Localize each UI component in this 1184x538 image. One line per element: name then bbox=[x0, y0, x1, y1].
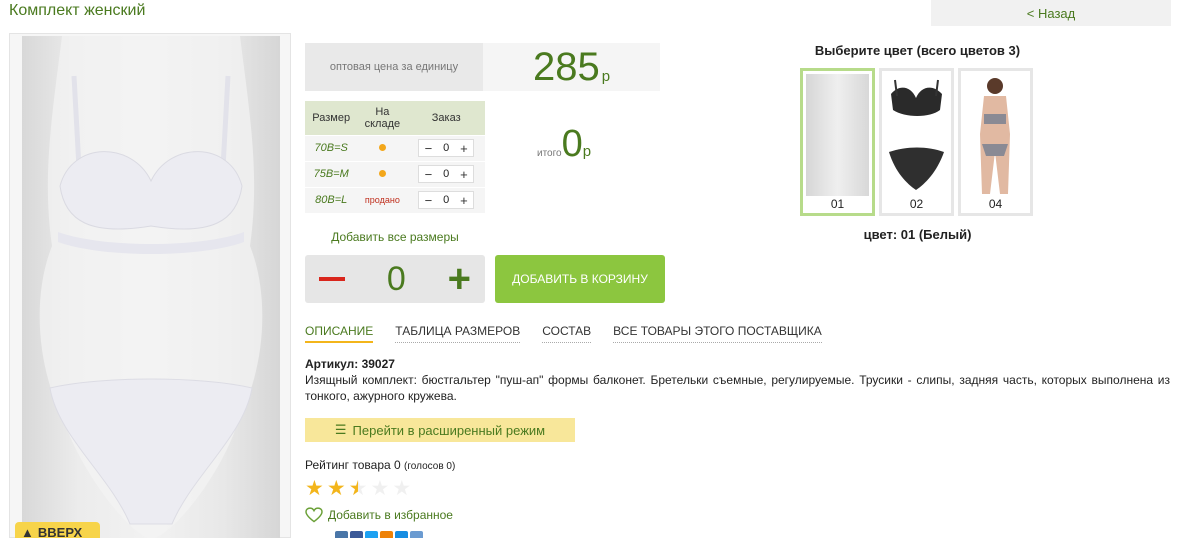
twitter-icon[interactable] bbox=[365, 531, 378, 538]
price-label: оптовая цена за единицу bbox=[305, 43, 483, 91]
page-title: Комплект женский bbox=[9, 2, 146, 19]
color-swatch[interactable]: 01 bbox=[800, 68, 875, 216]
odnoklassniki-icon[interactable] bbox=[380, 531, 393, 538]
star-icon[interactable]: ★ bbox=[327, 478, 346, 500]
color-swatch-label: 01 bbox=[830, 197, 845, 211]
price-currency: р bbox=[601, 67, 611, 85]
in-stock-indicator bbox=[357, 160, 408, 187]
size-table: Размер На складе Заказ 70B=S − 0 + 75B=M… bbox=[305, 101, 485, 213]
order-total: итого 0 р bbox=[537, 125, 591, 163]
order-cell: − 0 + bbox=[407, 160, 485, 187]
black-set-thumbnail bbox=[885, 74, 948, 196]
selected-color-label: цвет: 01 (Белый) bbox=[863, 227, 972, 242]
total-value: 0 bbox=[561, 123, 583, 165]
tab-size-chart[interactable]: ТАБЛИЦА РАЗМЕРОВ bbox=[395, 324, 521, 343]
table-row: 70B=S − 0 + bbox=[305, 134, 485, 161]
rating-votes: (голосов 0) bbox=[404, 461, 456, 472]
vk-icon[interactable] bbox=[335, 531, 348, 538]
star-icon[interactable]: ★ bbox=[392, 478, 411, 500]
favorites-label: Добавить в избранное bbox=[328, 508, 453, 522]
total-label: итого bbox=[537, 148, 562, 159]
minus-icon[interactable]: − bbox=[425, 194, 433, 207]
share-icon[interactable] bbox=[410, 531, 423, 538]
star-icon[interactable]: ★ bbox=[370, 478, 389, 500]
quantity-value[interactable]: 0 bbox=[443, 168, 449, 180]
in-stock-dot-icon bbox=[378, 170, 386, 177]
social-share-bar bbox=[335, 531, 423, 538]
color-swatch-label: 02 bbox=[909, 197, 924, 211]
facebook-icon[interactable] bbox=[350, 531, 363, 538]
product-description: Артикул: 39027 Изящный комплект: бюстгал… bbox=[305, 356, 1170, 404]
color-swatch[interactable]: 04 bbox=[958, 68, 1033, 216]
price-number: 285 bbox=[532, 45, 600, 89]
minus-icon[interactable]: − bbox=[425, 168, 433, 181]
plus-icon[interactable]: + bbox=[448, 259, 471, 299]
plus-icon[interactable]: + bbox=[460, 142, 468, 155]
quantity-stepper: − 0 + bbox=[418, 191, 475, 210]
table-row: 75B=M − 0 + bbox=[305, 160, 485, 187]
size-name: 70B=S bbox=[305, 134, 358, 161]
sold-out-indicator: продано bbox=[357, 186, 408, 213]
add-all-sizes-link[interactable]: Добавить все размеры bbox=[305, 230, 485, 244]
price-value: 285 р bbox=[483, 43, 660, 91]
list-icon: ☰ bbox=[334, 422, 347, 437]
white-set-thumbnail bbox=[806, 74, 869, 196]
quantity-stepper: − 0 + bbox=[418, 139, 475, 157]
size-name: 80B=L bbox=[305, 186, 358, 213]
description-text: Изящный комплект: бюстгальтер "пуш-ап" ф… bbox=[305, 373, 1170, 403]
sold-out-label: продано bbox=[364, 195, 400, 206]
quantity-value[interactable]: 0 bbox=[443, 142, 449, 154]
table-row: 80B=L продано − 0 + bbox=[305, 186, 485, 213]
main-product-photo[interactable] bbox=[9, 33, 291, 538]
quantity-value[interactable]: 0 bbox=[443, 194, 449, 206]
product-tabs: ОПИСАНИЕ ТАБЛИЦА РАЗМЕРОВ СОСТАВ ВСЕ ТОВ… bbox=[305, 324, 822, 343]
minus-icon[interactable] bbox=[319, 277, 345, 281]
back-button[interactable]: < Назад bbox=[931, 0, 1171, 26]
all-sizes-count[interactable]: 0 bbox=[387, 260, 406, 299]
rating-label: Рейтинг товара 0 bbox=[305, 458, 401, 472]
stock-header: На складе bbox=[357, 101, 408, 135]
total-currency: р bbox=[582, 143, 592, 160]
add-to-favorites-link[interactable]: Добавить в избранное bbox=[305, 507, 453, 523]
star-icon[interactable]: ★ bbox=[305, 478, 324, 500]
mannequin-image bbox=[22, 36, 280, 538]
color-swatch[interactable]: 02 bbox=[879, 68, 954, 216]
plus-icon[interactable]: + bbox=[460, 194, 468, 207]
article-number: Артикул: 39027 bbox=[305, 357, 395, 371]
tab-description[interactable]: ОПИСАНИЕ bbox=[305, 324, 374, 343]
tab-supplier-products[interactable]: ВСЕ ТОВАРЫ ЭТОГО ПОСТАВЩИКА bbox=[613, 324, 822, 343]
color-swatch-label: 04 bbox=[988, 197, 1003, 211]
add-to-cart-button[interactable]: ДОБАВИТЬ В КОРЗИНУ bbox=[495, 255, 665, 303]
price-box: оптовая цена за единицу 285 р bbox=[305, 43, 660, 91]
all-sizes-stepper: 0 + bbox=[305, 255, 485, 303]
rating-stars: ★ ★ ★ ★ ★ bbox=[305, 478, 411, 500]
in-stock-dot-icon bbox=[378, 144, 386, 151]
scroll-top-label: ВВЕРХ bbox=[37, 524, 83, 538]
order-cell: − 0 + bbox=[407, 134, 485, 161]
extended-mode-button[interactable]: ☰ Перейти в расширенный режим bbox=[305, 418, 575, 442]
rating-text: Рейтинг товара 0 (голосов 0) bbox=[305, 458, 455, 472]
order-header: Заказ bbox=[407, 101, 485, 135]
tab-composition[interactable]: СОСТАВ bbox=[542, 324, 592, 343]
color-picker-title: Выберите цвет (всего цветов 3) bbox=[814, 43, 1021, 58]
order-cell: − 0 + bbox=[407, 186, 485, 213]
quantity-stepper: − 0 + bbox=[418, 165, 475, 183]
mail-icon[interactable] bbox=[395, 531, 408, 538]
size-header: Размер bbox=[305, 101, 358, 135]
plus-icon[interactable]: + bbox=[460, 168, 468, 181]
size-name: 75B=M bbox=[305, 160, 358, 187]
minus-icon[interactable]: − bbox=[425, 142, 433, 155]
heart-icon bbox=[305, 507, 323, 523]
color-swatches: 01 02 04 bbox=[800, 68, 1033, 216]
arrow-up-icon: ▲ bbox=[21, 524, 34, 538]
in-stock-indicator bbox=[357, 134, 408, 161]
scroll-top-button[interactable]: ▲ ВВЕРХ bbox=[15, 522, 100, 538]
star-icon[interactable]: ★ bbox=[349, 478, 368, 500]
model-thumbnail bbox=[964, 74, 1027, 196]
extended-mode-label: Перейти в расширенный режим bbox=[352, 422, 546, 438]
